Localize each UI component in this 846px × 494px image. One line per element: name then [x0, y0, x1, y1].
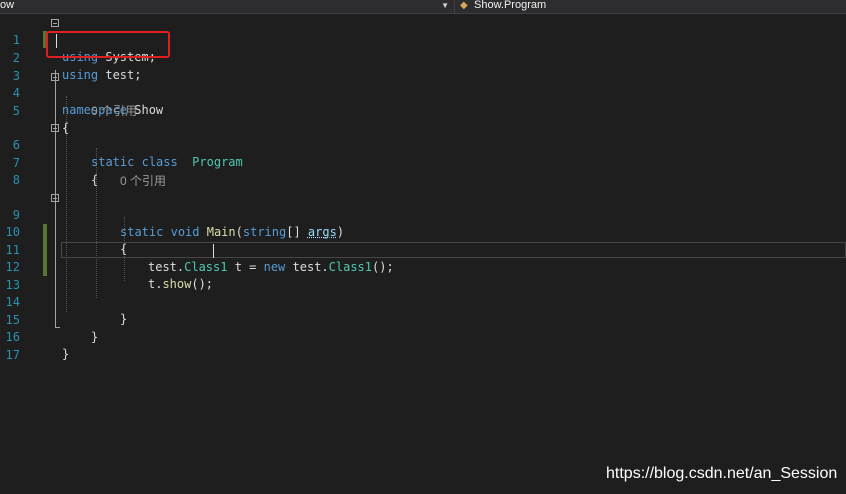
project-dropdown[interactable]: ow ▼	[0, 0, 452, 13]
code-line[interactable]: 9 static void Main(string[] args)	[0, 190, 846, 239]
navbar-divider	[454, 0, 455, 13]
class-icon: ◆	[460, 0, 468, 11]
code-line[interactable]: 13	[0, 260, 846, 292]
code-line[interactable]: 11 test.Class1 t = new test.Class1();	[0, 225, 846, 274]
code-line[interactable]: 6 static class Program	[0, 120, 846, 169]
member-dropdown[interactable]: ◆ Show.Program	[460, 0, 546, 13]
navigation-bar: ow ▼ ◆ Show.Program	[0, 0, 846, 14]
method-reference-count[interactable]: 0 个引用	[120, 172, 166, 189]
line-text: }	[62, 347, 70, 361]
code-line[interactable]: 12 t.show();	[0, 242, 846, 291]
line-number: 17	[5, 348, 20, 362]
code-line[interactable]: 7 {	[0, 138, 846, 187]
member-dropdown-label: Show.Program	[474, 0, 547, 11]
code-line[interactable]: 15 }	[0, 295, 846, 344]
code-line[interactable]: 1 using System;	[0, 15, 846, 64]
code-line[interactable]: 10 {	[0, 207, 846, 256]
code-line[interactable]: 8	[0, 155, 846, 187]
code-line[interactable]: 14 }	[0, 277, 846, 326]
line-number: 8	[12, 173, 20, 187]
line-number: 5	[12, 104, 20, 118]
watermark-url: https://blog.csdn.net/an_Session	[606, 465, 838, 482]
highlight-annotation-box	[46, 31, 170, 58]
code-line[interactable]: 5 {	[0, 86, 846, 135]
code-editor[interactable]: 1 using System; 2 using test; 3 4 namesp…	[0, 14, 846, 494]
code-line[interactable]: 17	[0, 330, 846, 362]
code-line[interactable]: 4 namespace Show	[0, 68, 846, 117]
project-dropdown-label: ow	[0, 0, 15, 11]
code-line[interactable]: 16 }	[0, 312, 846, 361]
class-reference-count[interactable]: 0 个引用	[91, 102, 137, 119]
chevron-down-icon[interactable]: ▼	[441, 0, 449, 13]
text-caret	[213, 244, 214, 258]
line-text: {	[91, 173, 99, 187]
